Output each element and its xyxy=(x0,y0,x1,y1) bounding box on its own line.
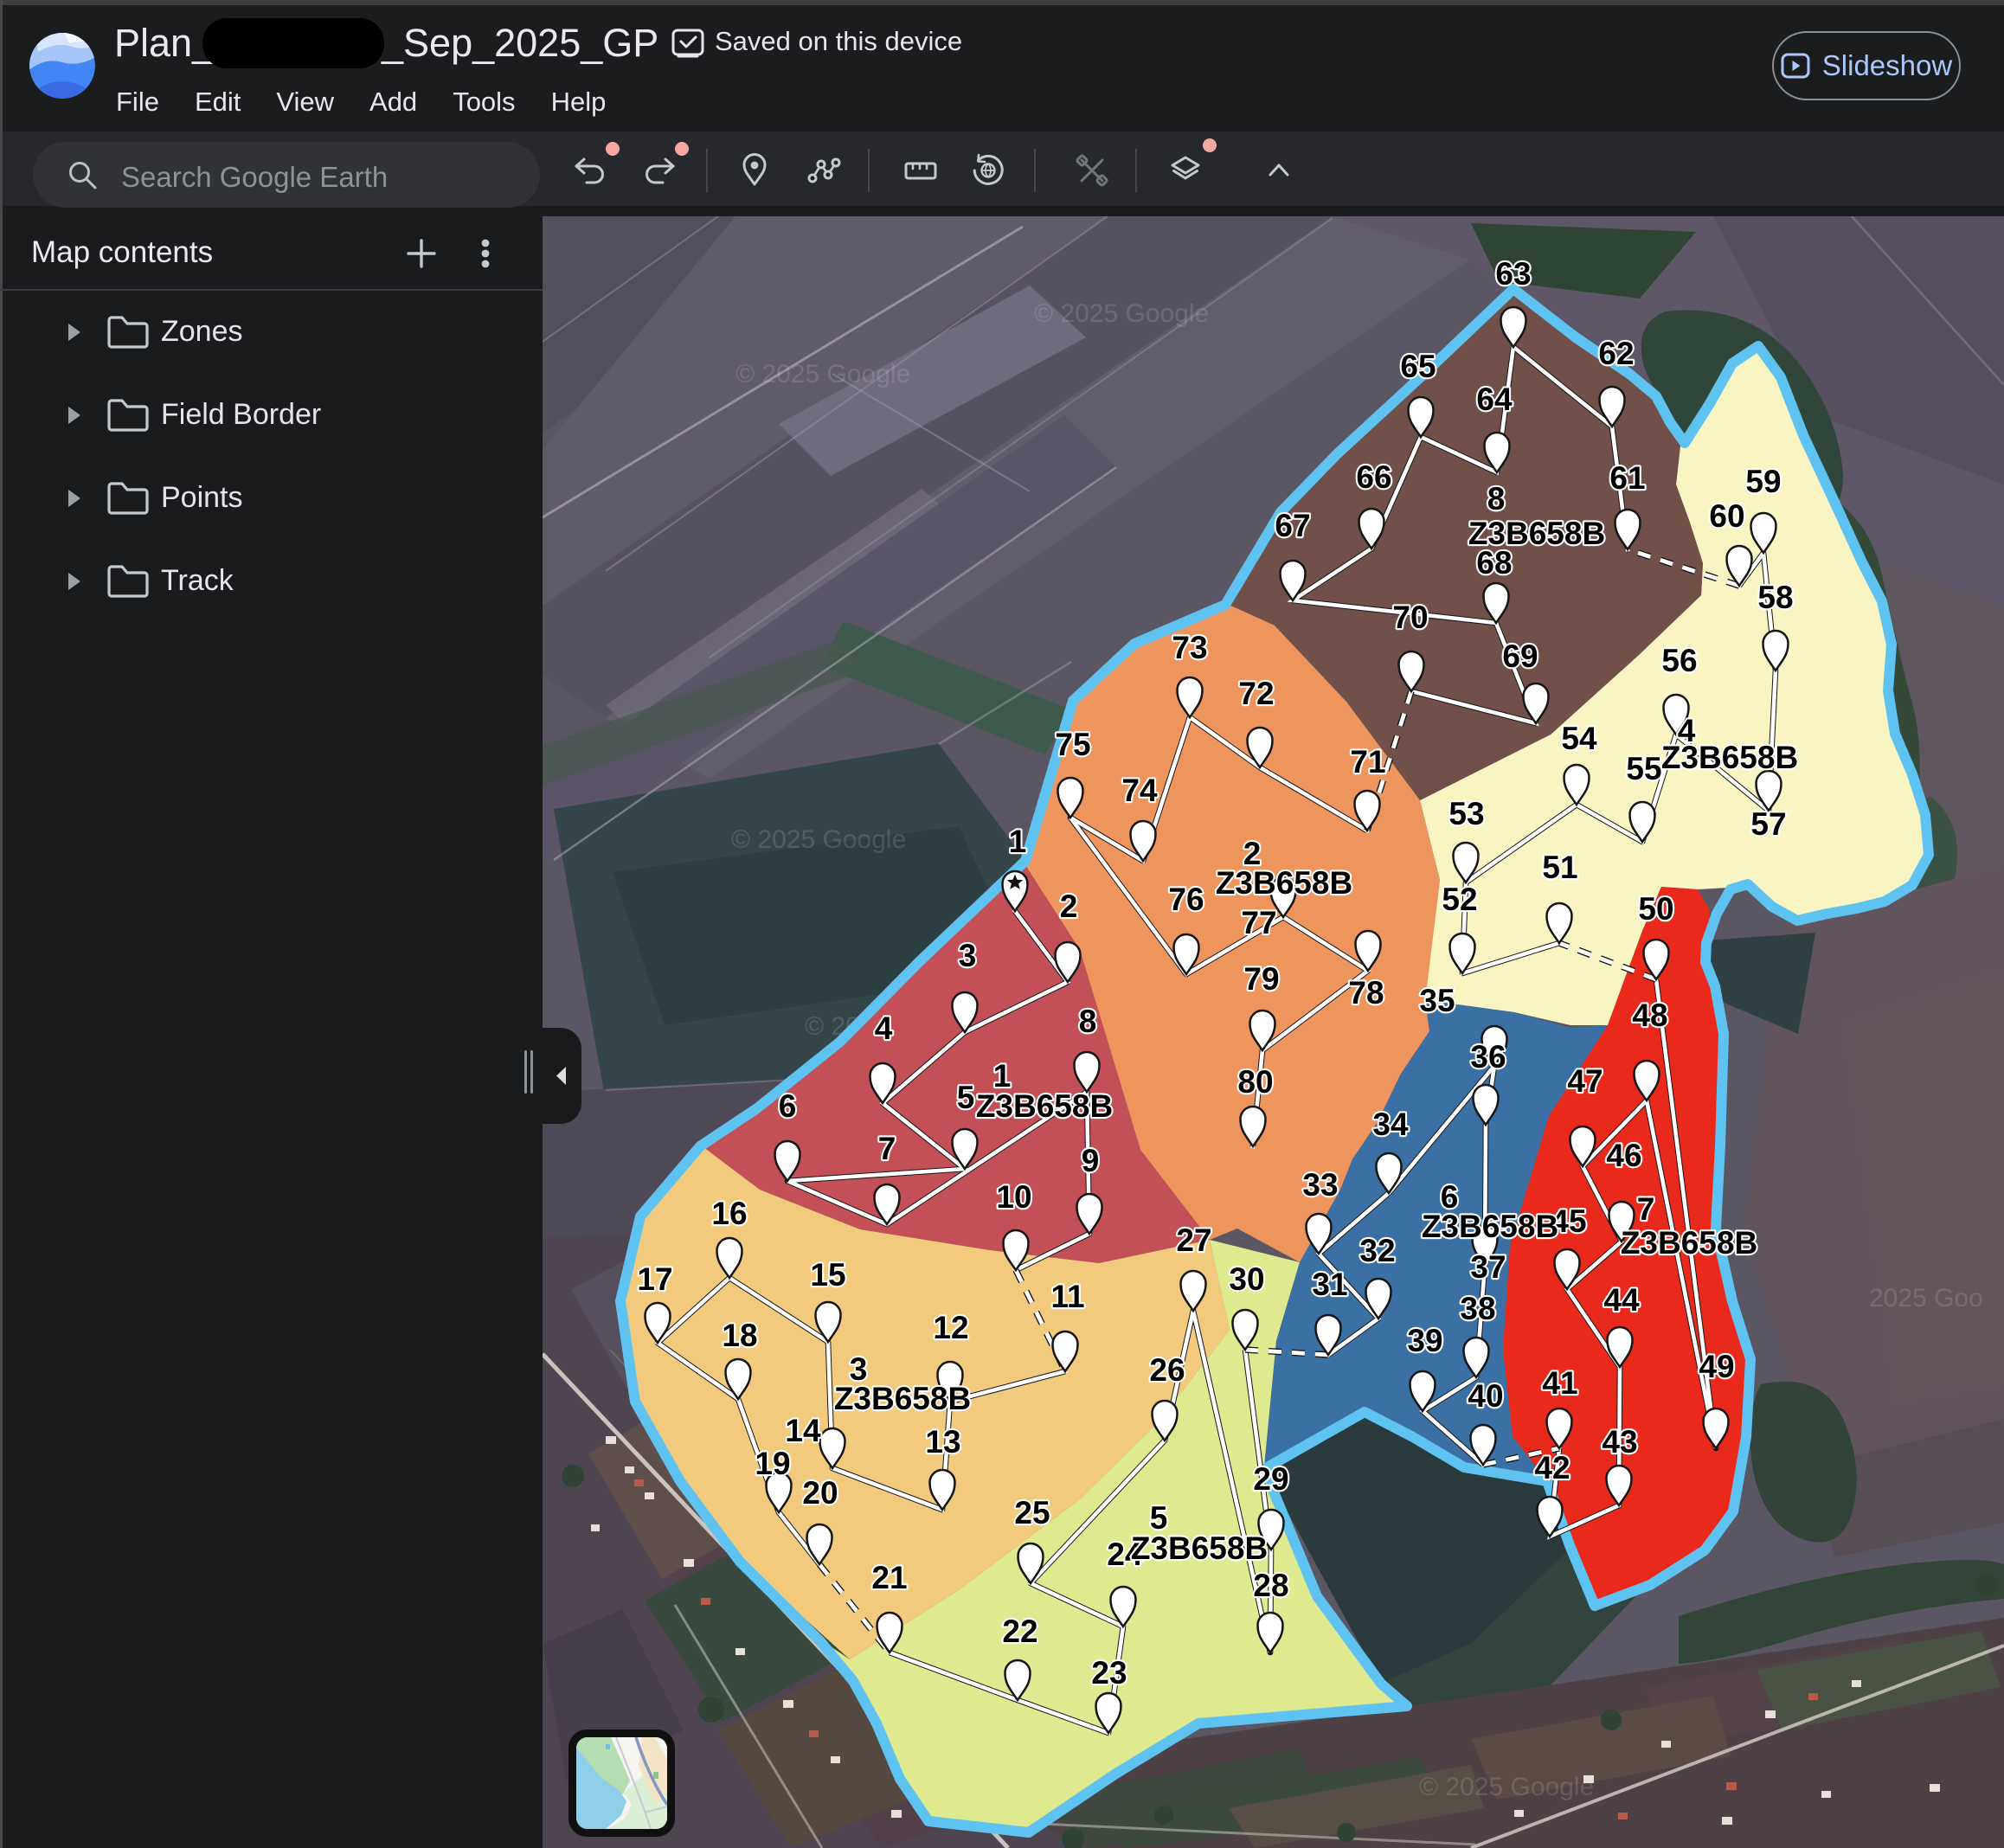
svg-text:4: 4 xyxy=(875,1011,893,1046)
svg-text:8: 8 xyxy=(1487,481,1506,517)
svg-text:66: 66 xyxy=(1356,459,1391,495)
svg-text:30: 30 xyxy=(1229,1261,1264,1297)
svg-text:16: 16 xyxy=(711,1196,747,1231)
svg-text:51: 51 xyxy=(1542,850,1577,885)
svg-text:48: 48 xyxy=(1632,998,1667,1033)
svg-text:Z3B658B: Z3B658B xyxy=(1216,865,1352,901)
svg-text:15: 15 xyxy=(810,1257,845,1293)
svg-text:Z3B658B: Z3B658B xyxy=(1661,740,1798,775)
svg-text:18: 18 xyxy=(722,1318,757,1353)
svg-text:25: 25 xyxy=(1014,1495,1050,1530)
svg-text:55: 55 xyxy=(1626,751,1661,786)
svg-text:13: 13 xyxy=(925,1424,960,1460)
svg-text:© 2025 Google: © 2025 Google xyxy=(731,825,906,854)
svg-text:46: 46 xyxy=(1606,1138,1641,1173)
svg-text:58: 58 xyxy=(1757,580,1793,615)
svg-text:40: 40 xyxy=(1468,1378,1503,1414)
svg-text:© 2025 Google: © 2025 Google xyxy=(1419,1773,1594,1801)
svg-text:3: 3 xyxy=(959,938,977,973)
svg-text:27: 27 xyxy=(1176,1222,1211,1258)
svg-text:63: 63 xyxy=(1495,256,1531,292)
svg-text:20: 20 xyxy=(802,1475,838,1511)
svg-text:56: 56 xyxy=(1661,643,1697,678)
svg-text:39: 39 xyxy=(1407,1323,1442,1358)
svg-text:7: 7 xyxy=(1637,1191,1655,1227)
svg-text:34: 34 xyxy=(1372,1107,1409,1142)
svg-text:47: 47 xyxy=(1567,1063,1603,1099)
svg-text:Z3B658B: Z3B658B xyxy=(1131,1530,1268,1566)
svg-text:53: 53 xyxy=(1448,796,1484,831)
svg-text:54: 54 xyxy=(1561,721,1597,756)
svg-text:Z3B658B: Z3B658B xyxy=(834,1381,971,1416)
svg-text:70: 70 xyxy=(1392,600,1428,635)
svg-text:© 2025 Google: © 2025 Google xyxy=(735,360,910,388)
svg-text:67: 67 xyxy=(1275,508,1310,543)
svg-text:14: 14 xyxy=(785,1413,821,1448)
svg-text:28: 28 xyxy=(1253,1568,1288,1603)
svg-text:57: 57 xyxy=(1750,806,1786,842)
svg-text:79: 79 xyxy=(1243,961,1279,997)
svg-text:42: 42 xyxy=(1534,1450,1570,1485)
svg-text:31: 31 xyxy=(1312,1267,1347,1302)
svg-text:38: 38 xyxy=(1460,1291,1495,1326)
svg-text:71: 71 xyxy=(1350,744,1385,780)
svg-text:36: 36 xyxy=(1470,1039,1506,1075)
svg-text:52: 52 xyxy=(1442,882,1477,917)
svg-text:21: 21 xyxy=(871,1560,907,1595)
svg-text:7: 7 xyxy=(878,1131,896,1166)
svg-text:69: 69 xyxy=(1502,638,1538,674)
svg-text:76: 76 xyxy=(1168,882,1204,917)
svg-text:59: 59 xyxy=(1745,464,1781,499)
svg-text:12: 12 xyxy=(933,1310,968,1345)
svg-text:© 2025 Google: © 2025 Google xyxy=(1034,299,1209,328)
svg-text:35: 35 xyxy=(1419,983,1455,1018)
svg-text:73: 73 xyxy=(1172,630,1207,665)
svg-text:49: 49 xyxy=(1699,1349,1734,1384)
svg-text:33: 33 xyxy=(1302,1167,1338,1203)
svg-text:Z3B658B: Z3B658B xyxy=(1468,516,1605,551)
svg-text:22: 22 xyxy=(1002,1614,1037,1649)
svg-text:72: 72 xyxy=(1238,676,1274,711)
svg-text:17: 17 xyxy=(637,1261,672,1297)
svg-text:64: 64 xyxy=(1476,382,1513,417)
svg-text:5: 5 xyxy=(957,1080,975,1115)
svg-text:43: 43 xyxy=(1602,1424,1637,1460)
svg-text:11: 11 xyxy=(1050,1279,1084,1314)
svg-text:Z3B658B: Z3B658B xyxy=(1422,1209,1558,1244)
svg-text:2: 2 xyxy=(1060,889,1078,924)
svg-text:75: 75 xyxy=(1055,727,1090,762)
svg-text:80: 80 xyxy=(1237,1064,1273,1100)
svg-text:65: 65 xyxy=(1400,349,1436,384)
svg-text:10: 10 xyxy=(996,1179,1031,1215)
svg-text:2025 Goo: 2025 Goo xyxy=(1869,1284,1983,1312)
svg-text:9: 9 xyxy=(1082,1143,1100,1178)
svg-text:62: 62 xyxy=(1598,336,1634,371)
svg-text:26: 26 xyxy=(1149,1352,1185,1388)
svg-text:37: 37 xyxy=(1470,1249,1506,1285)
svg-text:6: 6 xyxy=(779,1088,797,1124)
svg-text:78: 78 xyxy=(1348,975,1384,1011)
svg-text:8: 8 xyxy=(1079,1004,1097,1039)
svg-text:61: 61 xyxy=(1609,460,1645,496)
svg-text:74: 74 xyxy=(1121,773,1158,808)
svg-text:1: 1 xyxy=(1009,824,1027,859)
svg-text:19: 19 xyxy=(755,1446,790,1481)
svg-text:32: 32 xyxy=(1359,1233,1395,1268)
svg-text:60: 60 xyxy=(1709,498,1744,534)
svg-text:29: 29 xyxy=(1253,1461,1288,1497)
svg-text:44: 44 xyxy=(1603,1282,1640,1318)
svg-text:50: 50 xyxy=(1638,891,1673,927)
svg-text:41: 41 xyxy=(1542,1365,1577,1401)
svg-text:77: 77 xyxy=(1241,905,1276,940)
svg-text:23: 23 xyxy=(1091,1655,1127,1691)
svg-text:Z3B658B: Z3B658B xyxy=(976,1088,1113,1124)
svg-text:Z3B658B: Z3B658B xyxy=(1621,1225,1757,1261)
